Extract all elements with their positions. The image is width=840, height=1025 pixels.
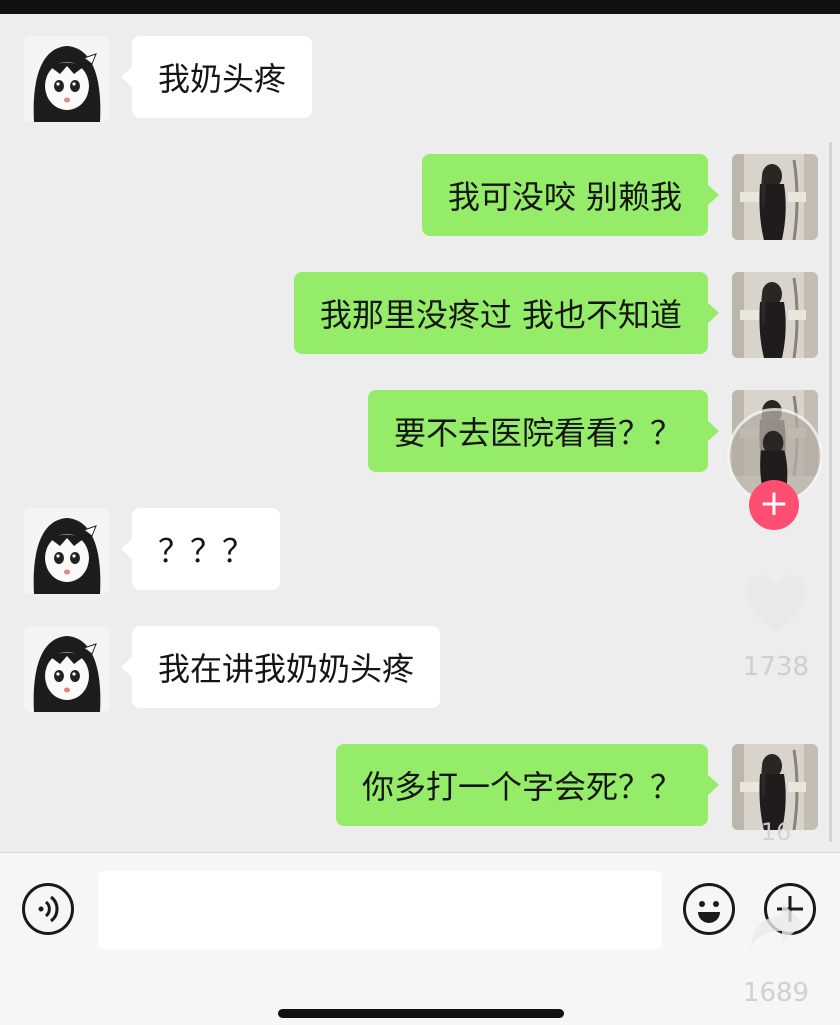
voice-icon [38, 895, 59, 923]
follow-plus-badge[interactable]: + [749, 480, 799, 530]
message-bubble-incoming[interactable]: 我奶头疼 [120, 36, 313, 118]
my-avatar[interactable] [732, 272, 818, 358]
message-input[interactable] [98, 871, 662, 949]
message-bubble-incoming[interactable]: ？？？ [120, 508, 281, 590]
anime-girl-avatar-image [24, 626, 110, 712]
message-bubble-outgoing[interactable]: 要不去医院看看？？ [367, 390, 720, 472]
message-bubble-outgoing[interactable]: 你多打一个字会死？？ [335, 744, 720, 826]
anime-girl-avatar-image [24, 508, 110, 594]
heart-icon[interactable] [740, 568, 812, 638]
anime-girl-avatar-image [24, 36, 110, 122]
comment-count: 16 [760, 818, 792, 846]
message-bubble-outgoing[interactable]: 我那里没疼过 我也不知道 [293, 272, 720, 354]
emoji-icon [698, 901, 720, 923]
girl-silhouette-avatar-image [732, 154, 818, 240]
like-count: 1738 [742, 652, 810, 682]
share-count: 1689 [742, 978, 810, 1008]
friend-avatar[interactable] [24, 626, 110, 712]
input-bar [0, 852, 840, 1025]
emoji-button[interactable] [683, 883, 735, 935]
girl-silhouette-avatar-image [732, 272, 818, 358]
status-bar [0, 0, 840, 14]
friend-avatar[interactable] [24, 36, 110, 122]
message-bubble-incoming[interactable]: 我在讲我奶奶头疼 [120, 626, 441, 708]
my-avatar[interactable] [732, 154, 818, 240]
scrollbar[interactable] [829, 142, 832, 842]
friend-avatar[interactable] [24, 508, 110, 594]
home-indicator[interactable] [278, 1009, 564, 1018]
message-bubble-outgoing[interactable]: 我可没咬 别赖我 [421, 154, 720, 236]
voice-button[interactable] [22, 883, 74, 935]
chat-area[interactable]: 我奶头疼 我可没咬 别赖我 我那里没疼过 我也不知道 要不去医院看看？？ ？？？… [0, 14, 840, 850]
share-icon[interactable] [742, 891, 812, 961]
